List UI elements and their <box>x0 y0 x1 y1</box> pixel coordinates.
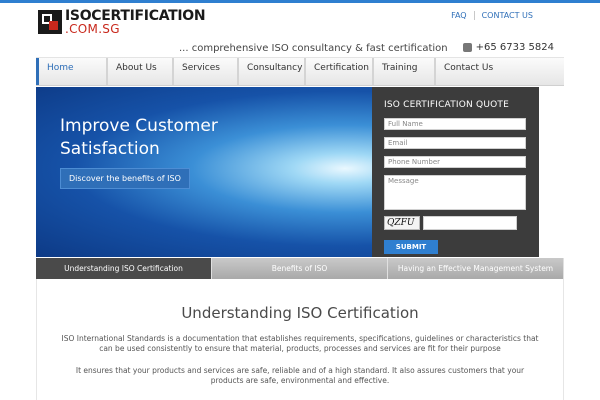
quote-form-title: ISO CERTIFICATION QUOTE <box>384 100 509 110</box>
site-logo[interactable]: ISOCERTIFICATION .COM.SG <box>38 8 206 36</box>
phone-number-field[interactable]: Phone Number <box>384 156 526 168</box>
main-nav: Home About Us Services Consultancy Certi… <box>36 57 564 86</box>
hero-banner: Improve Customer Satisfaction Discover t… <box>36 87 372 257</box>
tagline: ... comprehensive ISO consultancy & fast… <box>179 43 448 54</box>
content-paragraph-1: ISO International Standards is a documen… <box>61 334 539 353</box>
message-field[interactable]: Message <box>384 175 526 210</box>
quote-form: ISO CERTIFICATION QUOTE Full Name Email … <box>372 87 539 257</box>
full-name-field[interactable]: Full Name <box>384 118 526 130</box>
section-title: Understanding ISO Certification <box>181 304 419 322</box>
phone-icon <box>462 43 472 52</box>
logo-mark-icon <box>38 10 62 34</box>
submit-button[interactable]: SUBMIT <box>384 240 438 254</box>
nav-training[interactable]: Training <box>372 58 434 85</box>
nav-certification[interactable]: Certification <box>304 58 372 85</box>
content-paragraph-2: It ensures that your products and servic… <box>75 366 525 385</box>
captcha-image: QZFU <box>384 216 420 230</box>
tab-effective-management[interactable]: Having an Effective Management System <box>388 258 564 279</box>
contact-us-link[interactable]: CONTACT US <box>473 11 540 20</box>
discover-benefits-button[interactable]: Discover the benefits of ISO <box>60 168 190 189</box>
email-field[interactable]: Email <box>384 137 526 149</box>
logo-text-main: ISOCERTIFICATION <box>65 8 206 24</box>
nav-about-us[interactable]: About Us <box>106 58 172 85</box>
tab-understanding-iso[interactable]: Understanding ISO Certification <box>36 258 212 279</box>
top-links: FAQ CONTACT US <box>444 11 540 20</box>
nav-contact-us[interactable]: Contact Us <box>434 58 564 85</box>
tab-benefits-of-iso[interactable]: Benefits of ISO <box>212 258 388 279</box>
nav-services[interactable]: Services <box>172 58 237 85</box>
top-accent-bar <box>0 0 600 3</box>
phone-number: +65 6733 5824 <box>462 42 554 53</box>
captcha-input[interactable] <box>423 216 517 230</box>
hero-title: Improve Customer Satisfaction <box>60 116 218 159</box>
phone-text: +65 6733 5824 <box>475 42 554 53</box>
faq-link[interactable]: FAQ <box>444 11 474 20</box>
nav-consultancy[interactable]: Consultancy <box>237 58 304 85</box>
logo-text-domain: .COM.SG <box>65 22 120 36</box>
nav-home[interactable]: Home <box>36 58 106 85</box>
info-tabs: Understanding ISO Certification Benefits… <box>36 258 564 279</box>
